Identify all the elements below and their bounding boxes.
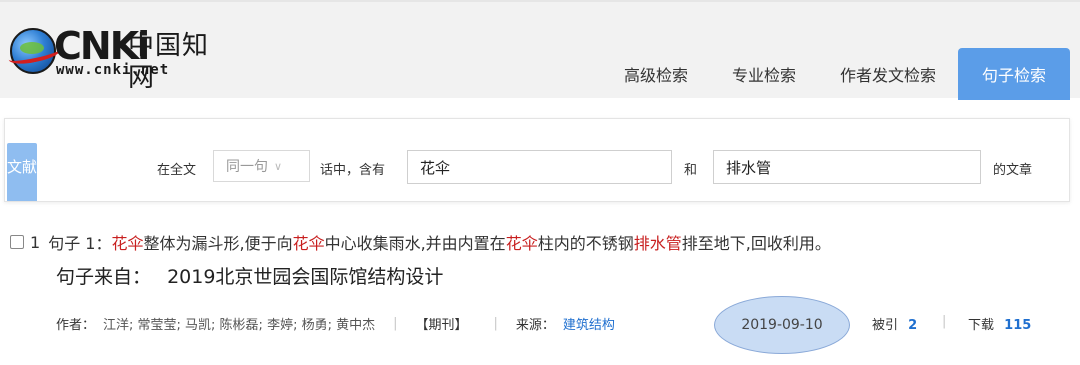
logo-url: www.cnki.net [56,62,170,78]
site-header: CNKi 中国知网 www.cnki.net 高级检索 专业检索 作者发文检索 … [0,0,1080,100]
sentence-highlight: 花伞 [505,234,538,253]
chevron-down-icon: ∨ [274,159,283,173]
download-label: 下载 [968,318,995,333]
result-meta: 作者： 江洋; 常莹莹; 马凯; 陈彬磊; 李婷; 杨勇; 黄中杰 | 【期刊】… [56,314,615,333]
result-source: 句子来自： 2019北京世园会国际馆结构设计 [56,262,443,289]
tab-author-search[interactable]: 作者发文检索 [818,48,958,100]
sentence-text: 柱内的不锈钢 [537,234,634,253]
tab-professional-search[interactable]: 专业检索 [710,48,818,100]
sentence-highlight: 排水管 [633,234,682,253]
term1-input[interactable] [407,150,672,184]
source-title-link[interactable]: 2019北京世园会国际馆结构设计 [167,266,443,288]
search-mode-tabs: 高级检索 专业检索 作者发文检索 句子检索 [602,48,1070,100]
authors-label: 作者： [56,318,96,333]
tab-sentence-search[interactable]: 句子检索 [957,48,1070,100]
publication-type: 【期刊】 [415,318,468,333]
download-count: 下载 115 [968,314,1031,333]
scope-select[interactable]: 同一句 ∨ [213,150,310,182]
scope-select-value: 同一句 [226,159,268,175]
publish-date: 2019-09-10 [714,296,850,354]
articles-suffix-label: 的文章 [993,163,1033,178]
sentence-text: 中心收集雨水,并由内置在 [324,234,506,253]
authors-list[interactable]: 江洋; 常莹莹; 马凯; 陈彬磊; 李婷; 杨勇; 黄中杰 [103,314,375,333]
origin-label: 来源： [515,318,555,333]
result-sentence-line: 1 句子 1： 花伞 整体为漏斗形,便于向 花伞 中心收集雨水,并由内置在 花伞… [10,230,831,254]
sentence-highlight: 花伞 [111,234,144,253]
source-label: 句子来自： [56,266,152,288]
sentence-search-panel: 文献 在全文 同一句 ∨ 话中，含有 和 的文章 [4,118,1070,202]
divider: | [493,316,498,331]
cnki-logo[interactable]: CNKi 中国知网 www.cnki.net [6,24,225,93]
cited-value[interactable]: 2 [908,318,917,333]
side-tab-literature[interactable]: 文献 [7,143,37,201]
term2-input[interactable] [713,150,981,184]
divider: | [942,314,947,329]
sentence-label: 句子 1： [48,234,112,253]
scope-prefix-label: 在全文 [157,163,197,178]
cited-label: 被引 [872,318,899,333]
sentence-text: 整体为漏斗形,便于向 [143,234,293,253]
tab-advanced-search[interactable]: 高级检索 [602,48,710,100]
and-label: 和 [684,163,698,178]
divider: | [393,316,398,331]
origin-link[interactable]: 建筑结构 [563,314,615,333]
result-number: 1 [30,232,41,252]
contains-label: 话中，含有 [320,163,386,178]
download-value[interactable]: 115 [1004,318,1031,333]
sentence-highlight: 花伞 [292,234,325,253]
citation-count: 被引 2 [872,314,917,333]
result-checkbox[interactable] [10,235,24,249]
sentence-text: 排至地下,回收利用。 [681,234,831,253]
